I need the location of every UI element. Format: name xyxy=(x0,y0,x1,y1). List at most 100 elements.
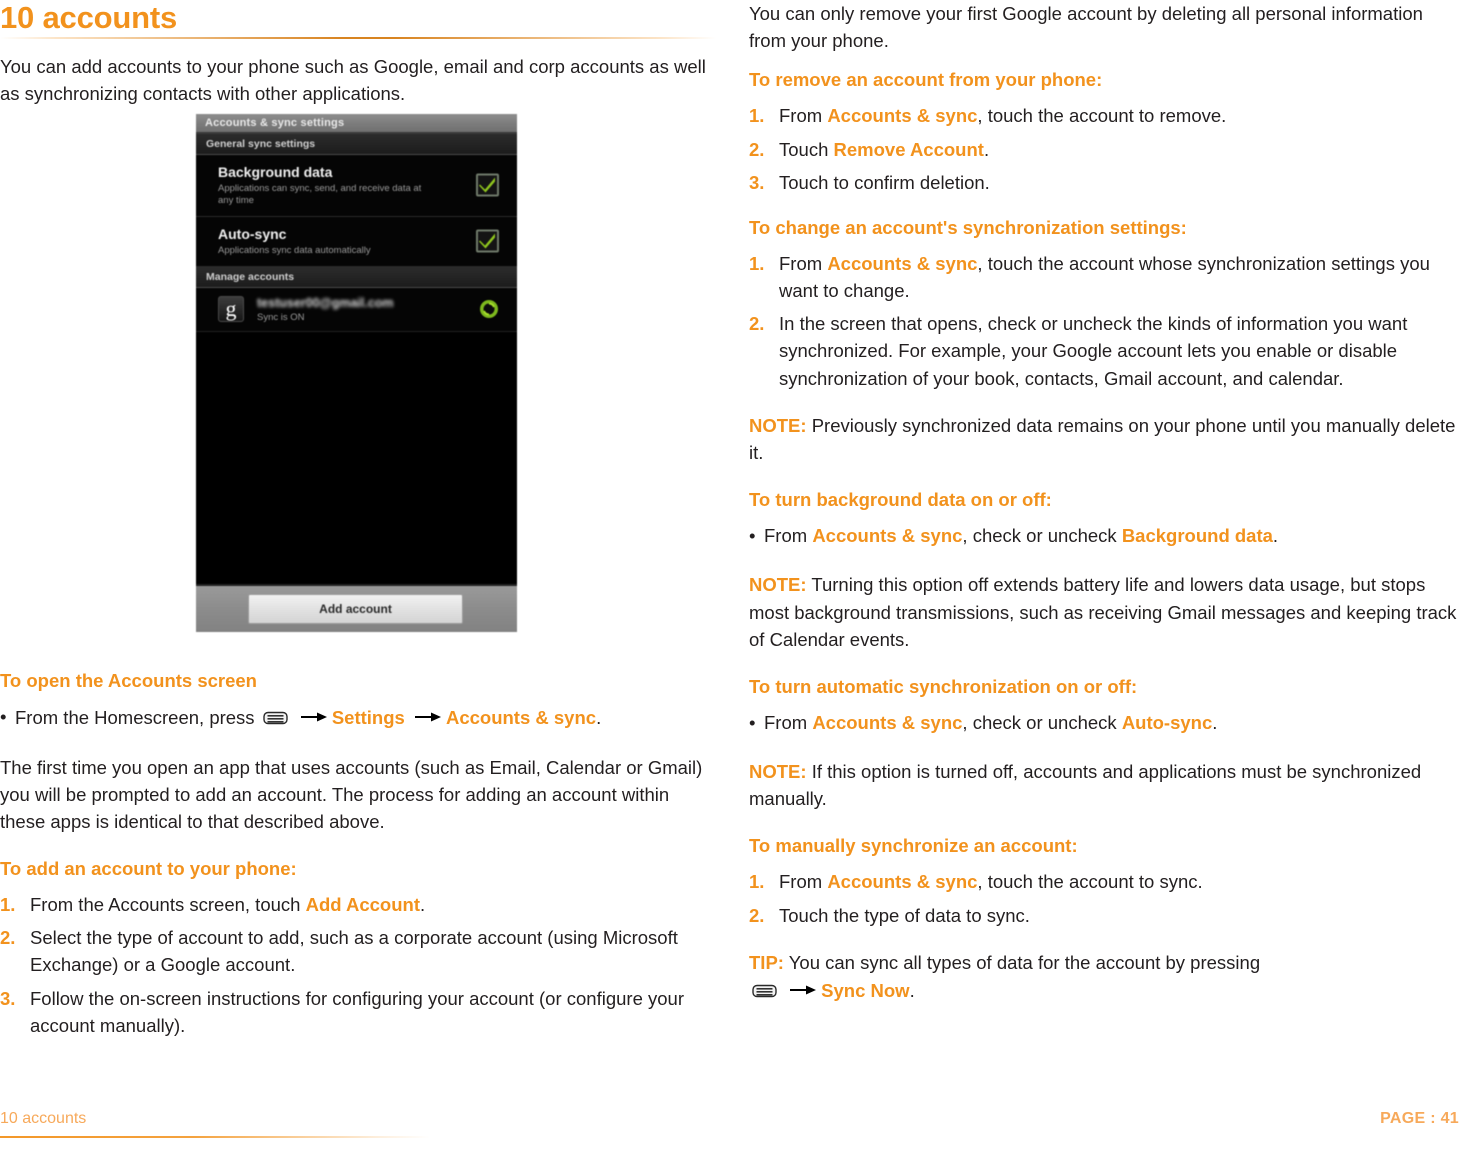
manual-sync-steps: 1. From Accounts & sync, touch the accoun… xyxy=(749,868,1459,928)
screen-button-bar: Add account xyxy=(196,584,517,632)
link-accounts-and-sync[interactable]: Accounts & sync xyxy=(827,105,977,126)
account-email: testuser00@gmail.com xyxy=(257,295,394,310)
screen-empty-area xyxy=(196,331,517,560)
list-item: • From Accounts & sync, check or uncheck … xyxy=(749,522,1459,549)
step-text: In the screen that opens, check or unche… xyxy=(779,313,1408,389)
tip: TIP: You can sync all types of data for … xyxy=(749,949,1459,1004)
page-footer: 10 accounts PAGE : 41 xyxy=(0,1110,1459,1138)
list-item: 1. From Accounts & sync, touch the accoun… xyxy=(749,102,1459,129)
link-background-data[interactable]: Background data xyxy=(1122,525,1273,546)
step-number: 1. xyxy=(749,252,765,274)
account-text: testuser00@gmail.com Sync is ON xyxy=(257,296,394,323)
step-text: From the Accounts screen, touch xyxy=(30,894,306,916)
section-header-label: General sync settings xyxy=(206,138,316,150)
menu-key-icon xyxy=(263,706,288,725)
bullet-text-mid: , check or uncheck xyxy=(962,711,1122,733)
link-remove-account[interactable]: Remove Account xyxy=(834,139,984,160)
heading-manual-sync: To manually synchronize an account: xyxy=(749,835,1078,857)
setting-subtitle: Applications can sync, send, and receive… xyxy=(218,183,422,206)
step-text-post: , touch the account to remove. xyxy=(977,105,1227,127)
link-accounts-and-sync[interactable]: Accounts & sync xyxy=(446,707,596,728)
menu-key-icon xyxy=(752,979,777,998)
note-text: If this option is turned off, accounts a… xyxy=(749,761,1422,810)
step-text-post: . xyxy=(983,138,990,160)
list-item: 1. From the Accounts screen, touch Add Ac… xyxy=(0,891,716,918)
step-text-post: , touch the account to sync. xyxy=(977,871,1203,893)
list-item: 2. Touch the type of data to sync. xyxy=(749,902,1459,929)
checkbox-auto-sync[interactable] xyxy=(476,229,499,253)
setting-subtitle: Applications sync data automatically xyxy=(218,244,371,256)
arrow-right-icon xyxy=(300,703,327,722)
step-number: 1. xyxy=(749,105,765,127)
add-account-button[interactable]: Add account xyxy=(248,594,463,624)
note-label: NOTE: xyxy=(749,574,807,596)
arrow-right-icon xyxy=(790,976,817,995)
google-icon: g xyxy=(218,296,244,323)
heading-remove-account: To remove an account from your phone: xyxy=(749,69,1103,91)
footer-page-number: PAGE : 41 xyxy=(1380,1110,1459,1127)
link-accounts-and-sync[interactable]: Accounts & sync xyxy=(827,253,977,274)
link-accounts-and-sync[interactable]: Accounts & sync xyxy=(812,712,962,733)
note-1: NOTE: Previously synchronized data remai… xyxy=(749,412,1459,466)
list-item: 3. Touch to confirm deletion. xyxy=(749,169,1459,196)
setting-title: Background data xyxy=(218,164,333,180)
list-item: • From Accounts & sync, check or uncheck … xyxy=(749,709,1459,736)
open-accounts-bullet-list: • From the Homescreen, press Settings Ac… xyxy=(0,703,716,731)
step-text: Follow the on-screen instructions for co… xyxy=(30,987,684,1036)
tip-label: TIP: xyxy=(749,951,784,973)
list-item: • From the Homescreen, press Settings Ac… xyxy=(0,703,716,731)
list-item: 1. From Accounts & sync, touch the accoun… xyxy=(749,868,1459,895)
note-2: NOTE: Turning this option off extends ba… xyxy=(749,571,1459,653)
remove-account-steps: 1. From Accounts & sync, touch the accoun… xyxy=(749,102,1459,196)
step-text: Select the type of account to add, such … xyxy=(30,927,678,976)
setting-row-background-data[interactable]: Background data Applications can sync, s… xyxy=(196,155,517,217)
period: . xyxy=(596,707,602,729)
heading-open-accounts-screen: To open the Accounts screen xyxy=(0,670,257,692)
link-accounts-and-sync[interactable]: Accounts & sync xyxy=(812,525,962,546)
step-text: From xyxy=(779,252,828,274)
step-number: 2. xyxy=(0,927,16,949)
step-number: 2. xyxy=(749,313,765,335)
link-add-account[interactable]: Add Account xyxy=(306,894,420,915)
link-settings[interactable]: Settings xyxy=(332,707,405,728)
step-number: 2. xyxy=(749,138,765,160)
note-text: Previously synchronized data remains on … xyxy=(749,414,1456,463)
list-item: 2. In the screen that opens, check or unc… xyxy=(749,310,1459,392)
first-time-paragraph: The first time you open an app that uses… xyxy=(0,756,703,832)
manual-page: 10 accounts You can add accounts to your… xyxy=(0,0,1459,1152)
section-header-general: General sync settings xyxy=(196,134,517,155)
auto-sync-bullet-list: • From Accounts & sync, check or uncheck … xyxy=(749,709,1459,736)
bullet-dot: • xyxy=(0,706,7,728)
change-sync-steps: 1. From Accounts & sync, touch the accoun… xyxy=(749,250,1459,392)
bullet-text-post: . xyxy=(1212,711,1218,733)
step-number: 3. xyxy=(749,171,765,193)
android-accounts-sync-screen: Accounts & sync settings General sync se… xyxy=(196,114,517,632)
step-number: 2. xyxy=(749,904,765,926)
step-text-post: . xyxy=(420,894,426,916)
step-text: Touch to confirm deletion. xyxy=(779,171,990,193)
bullet-dot: • xyxy=(749,525,756,547)
phone-screenshot: Accounts & sync settings General sync se… xyxy=(196,114,517,632)
bullet-text-mid: , check or uncheck xyxy=(962,525,1122,547)
remove-first-paragraph: You can only remove your first Google ac… xyxy=(749,3,1423,52)
heading-add-account: To add an account to your phone: xyxy=(0,858,297,880)
heading-auto-sync: To turn automatic synchronization on or … xyxy=(749,675,1138,697)
note-label: NOTE: xyxy=(749,761,807,783)
add-account-steps: 1. From the Accounts screen, touch Add Ac… xyxy=(0,891,716,1039)
step-text: Touch the type of data to sync. xyxy=(779,904,1030,926)
sync-status-icon xyxy=(479,299,499,319)
background-data-bullet-list: • From Accounts & sync, check or uncheck … xyxy=(749,522,1459,549)
step-number: 3. xyxy=(0,987,16,1009)
link-auto-sync[interactable]: Auto-sync xyxy=(1122,712,1212,733)
link-accounts-and-sync[interactable]: Accounts & sync xyxy=(827,871,977,892)
setting-row-auto-sync[interactable]: Auto-sync Applications sync data automat… xyxy=(196,216,517,267)
account-sync-status: Sync is ON xyxy=(257,311,305,323)
checkbox-background-data[interactable] xyxy=(476,173,499,197)
link-sync-now[interactable]: Sync Now xyxy=(821,980,909,1001)
bullet-text-post: . xyxy=(1272,525,1279,547)
bullet-text-pre: From xyxy=(764,525,813,547)
note-text: Turning this option off extends battery … xyxy=(749,574,1457,650)
bullet-text-pre: From xyxy=(764,711,813,733)
step-text: Touch xyxy=(779,138,834,160)
account-row[interactable]: g testuser00@gmail.com Sync is ON xyxy=(196,287,517,332)
